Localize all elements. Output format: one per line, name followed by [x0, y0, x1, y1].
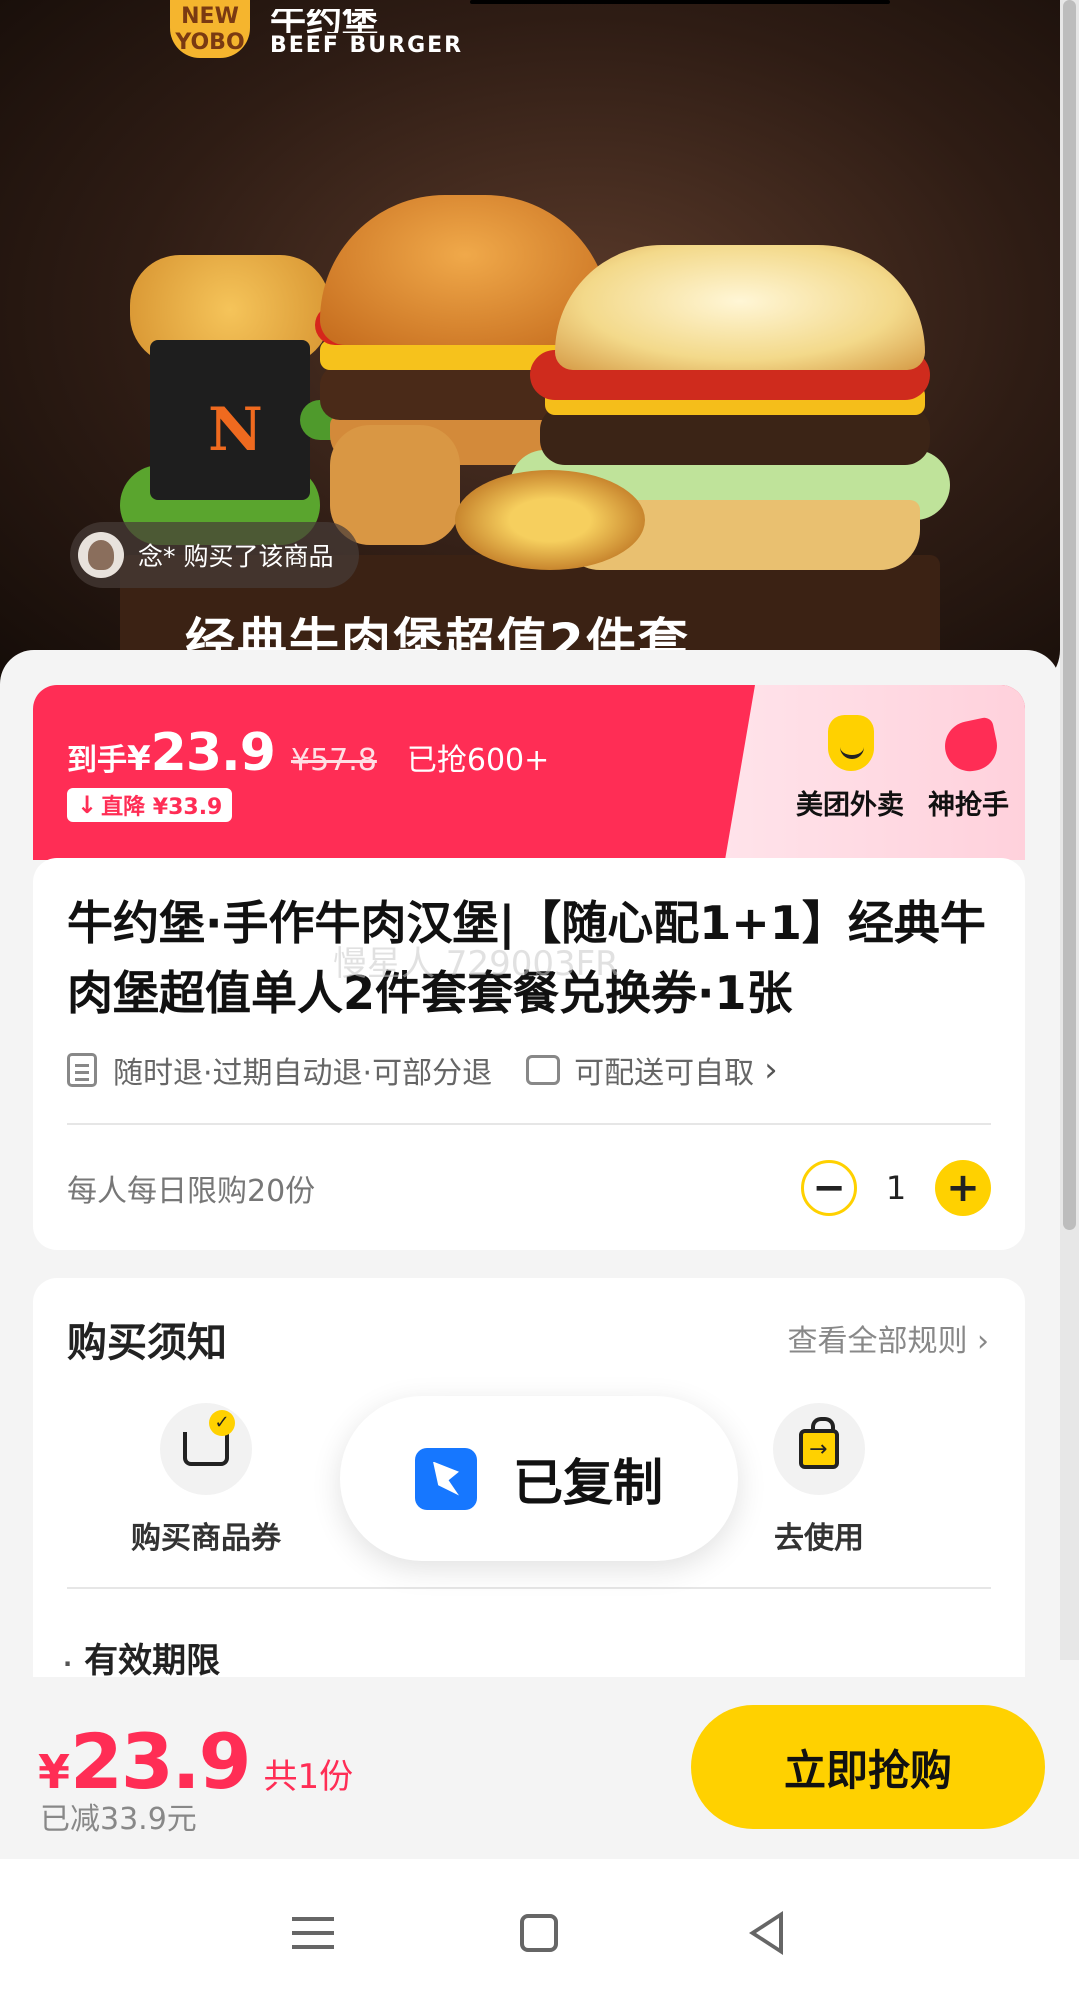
- original-price: ¥57.8: [290, 743, 377, 778]
- currency-symbol: ¥: [127, 739, 151, 779]
- home-button[interactable]: [504, 1898, 574, 1968]
- step-use: 去使用: [719, 1403, 919, 1557]
- shopping-bag-icon: [799, 1417, 839, 1469]
- down-arrow-icon: ↓: [77, 791, 98, 819]
- brand-name-cn: 牛约堡: [270, 9, 379, 33]
- quantity-stepper: − 1 +: [801, 1160, 991, 1216]
- meituan-waimai-logo: 美团外卖: [796, 715, 904, 822]
- back-button[interactable]: [731, 1898, 801, 1968]
- product-info-card: 牛约堡·手作牛肉汉堡|【随心配1+1】经典牛肉堡超值单人2件套套餐兑换券·1张 …: [33, 858, 1025, 1250]
- saved-amount: 已减33.9元: [40, 1802, 197, 1837]
- watermark: 慢星人 729003FR: [333, 944, 619, 984]
- fries-box-logo: N: [208, 395, 263, 465]
- price-drop-badge: ↓ 直降 ¥33.9: [67, 788, 233, 822]
- campaign-label: 神抢手: [928, 790, 1009, 821]
- hand-mascot-icon: [939, 715, 999, 777]
- delivery-icon: [526, 1055, 561, 1085]
- app-logo-icon: [415, 1447, 477, 1510]
- chicken-nuggets: [330, 425, 460, 545]
- price-line: 到手 ¥ 23.9 ¥57.8 已抢600+: [67, 723, 549, 783]
- service-row[interactable]: 随时退·过期自动退·可部分退 可配送可自取 ›: [67, 1048, 778, 1092]
- view-all-rules-label: 查看全部规则: [787, 1324, 968, 1359]
- final-price: 23.9: [150, 723, 276, 783]
- divider: [67, 1587, 991, 1589]
- recent-buyer-toast: 念* 购买了该商品: [70, 522, 360, 588]
- kangaroo-mascot-icon: [820, 715, 880, 777]
- brand-name-en: BEEF BURGER: [270, 33, 464, 58]
- quantity-value: 1: [885, 1169, 907, 1207]
- total-amount: 23.9: [70, 1717, 252, 1806]
- brand-logo: NEW YOBO 牛约堡 BEEF BURGER: [170, 0, 463, 58]
- purchase-bar: ¥ 23.9 共1份 已减33.9元 立即抢购: [0, 1677, 1079, 1859]
- buy-now-button[interactable]: 立即抢购: [691, 1705, 1045, 1829]
- menu-icon: [292, 1931, 335, 1935]
- validity-heading: 有效期限: [84, 1641, 221, 1678]
- back-icon: [748, 1911, 783, 1955]
- refund-policy: 随时退·过期自动退·可部分退: [113, 1056, 493, 1091]
- document-icon: [67, 1053, 97, 1087]
- decrease-quantity-button[interactable]: −: [801, 1160, 857, 1216]
- price-banner: 到手 ¥ 23.9 ¥57.8 已抢600+ ↓ 直降 ¥33.9 美团外卖 神…: [33, 685, 1025, 860]
- shenqiangshou-logo: 神抢手: [928, 715, 1009, 822]
- bag-icon-circle: [773, 1403, 865, 1495]
- recent-apps-button[interactable]: [278, 1898, 348, 1968]
- total-price: ¥ 23.9 共1份: [38, 1717, 353, 1806]
- final-price-label: 到手: [67, 743, 127, 778]
- currency-symbol: ¥: [38, 1745, 71, 1799]
- chevron-right-icon: ›: [977, 1324, 989, 1359]
- platform-label: 美团外卖: [796, 790, 904, 821]
- step-buy-voucher: 购买商品券: [106, 1403, 306, 1557]
- scrollbar-thumb[interactable]: [1063, 0, 1076, 1230]
- status-bar-edge: [470, 0, 890, 4]
- notice-title: 购买须知: [67, 1320, 227, 1366]
- step-use-label: 去使用: [774, 1521, 864, 1556]
- copied-toast: 已复制: [340, 1396, 738, 1561]
- delivery-option: 可配送可自取: [574, 1056, 755, 1091]
- increase-quantity-button[interactable]: +: [935, 1160, 991, 1216]
- hero-caption: 经典牛肉堡超值2件套: [185, 613, 690, 652]
- egg-tart: [455, 470, 645, 570]
- cart-icon: [183, 1410, 235, 1466]
- sold-count: 已抢600+: [406, 743, 550, 778]
- buyer-text: 念* 购买了该商品: [138, 542, 334, 571]
- view-all-rules-link[interactable]: 查看全部规则 ›: [787, 1316, 989, 1360]
- home-icon: [520, 1914, 559, 1952]
- price-drop-text: 直降 ¥33.9: [101, 795, 223, 820]
- step-buy-label: 购买商品券: [131, 1521, 281, 1556]
- bullet: ·: [63, 1650, 73, 1678]
- brand-logo-badge: NEW YOBO: [170, 0, 250, 58]
- cart-icon-circle: [160, 1403, 252, 1495]
- brand-name: 牛约堡 BEEF BURGER: [270, 9, 463, 58]
- page-scrollbar[interactable]: [1060, 0, 1079, 1660]
- egg-burger-top: [555, 245, 925, 370]
- purchase-limit: 每人每日限购20份: [67, 1174, 316, 1209]
- item-count: 共1份: [263, 1757, 354, 1797]
- divider: [67, 1123, 991, 1125]
- product-hero-image[interactable]: N NEW YOBO 牛约堡 BEEF BURGER 经典牛肉堡超值2件套 念*…: [0, 0, 1060, 690]
- validity-section: · 有效期限: [63, 1633, 220, 1678]
- campaign-logos: 美团外卖 神抢手: [796, 715, 1009, 822]
- chevron-right-icon: ›: [764, 1050, 778, 1090]
- quantity-row: 每人每日限购20份 − 1 +: [67, 1158, 991, 1218]
- buyer-avatar: [78, 532, 124, 578]
- toast-text: 已复制: [513, 1453, 663, 1512]
- system-nav-bar: [0, 1859, 1079, 2007]
